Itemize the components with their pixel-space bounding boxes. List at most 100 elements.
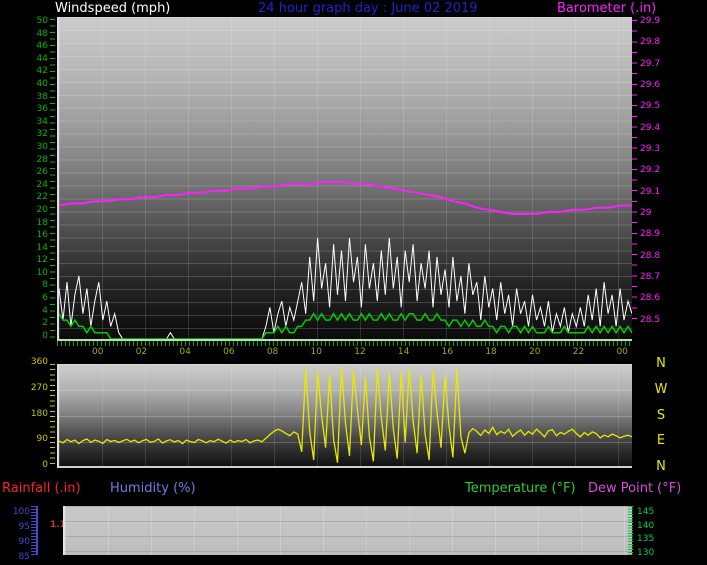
tick-label: 270 [30,382,48,393]
tick-label: 2 [42,318,48,329]
tick-label: N [656,459,666,474]
tick-label: 29.4 [640,122,661,133]
tick-label: 20 [529,347,541,357]
humidity-y-axis-line [36,506,38,555]
humidity-label: Humidity (%) [110,481,196,496]
tick-label: N [656,356,666,371]
time-axis-ticks [57,341,632,346]
tick-label: 90 [36,434,48,445]
tick-label: 10 [310,347,322,357]
humidity-y-axis-labels: 100 95 90 85 [6,505,30,565]
tick-label: 28.9 [640,229,661,240]
tick-label: 100 [12,507,30,517]
tick-label: 180 [30,408,48,419]
trace-windspeed-gust-mph- [59,237,632,339]
tick-label: 29.5 [640,101,661,112]
tick-label: 29.6 [640,80,661,91]
tick-label: 360 [30,357,48,367]
tick-label: E [656,433,666,449]
tick-label: 36 [36,104,48,115]
tick-label: 28.8 [640,250,661,261]
tick-label: 30 [36,141,48,152]
tick-label: 85 [18,552,30,562]
tick-label: 16 [441,347,454,357]
tick-label: 135 [637,534,655,544]
tick-label: 48 [36,28,48,39]
tick-label: 50 [36,16,48,26]
wind-direction-trace [59,367,632,463]
tick-label: 29.3 [640,144,661,155]
tick-label: 00 [92,347,104,357]
tick-label: 95 [18,522,30,532]
humidity-temperature-plot [63,506,632,555]
windspeed-y-axis-ticks [50,19,55,341]
tick-label: 28 [36,154,48,165]
tick-label: 20 [36,204,48,215]
tick-label: 34 [36,116,48,127]
tick-label: S [656,407,666,423]
tick-label: 02 [135,347,148,357]
tick-label: 4 [42,305,48,316]
tick-label: 18 [485,347,497,357]
tick-label: 90 [18,537,30,547]
tick-label: 28.6 [640,293,661,304]
tick-label: 32 [36,129,48,140]
tick-label: 22 [36,192,48,203]
tick-label: 46 [36,41,48,52]
windspeed-barometer-traces [59,181,632,339]
direction-y-axis-labels: 360 270 180 90 0 [18,358,48,470]
barometer-header-label: Barometer (.in) [557,1,657,16]
tick-label: 16 [36,230,48,241]
tick-label: 14 [397,347,410,357]
tick-label: 14 [36,242,48,253]
tick-label: 08 [266,347,279,357]
tick-label: 29.8 [640,37,661,48]
tick-label: 140 [637,520,655,531]
temperature-y-axis-labels: 145 140 135 130 [637,506,663,560]
tick-label: W [654,381,668,397]
barometer-y-axis-labels: 29.9 29.8 29.7 29.6 29.5 29.4 29.3 29.2 29.1 29 28… [640,17,670,325]
dewpoint-label: Dew Point (°F) [588,481,682,496]
tick-label: 0 [42,330,48,341]
barometer-y-axis-ticks [632,20,637,320]
tick-label: 8 [42,280,48,291]
tick-label: 38 [36,91,48,102]
windspeed-barometer-plot [57,17,632,341]
tick-label: 00 [616,347,628,357]
tick-label: 12 [36,255,48,266]
tick-label: 29 [640,208,652,219]
tick-label: 18 [36,217,48,228]
tick-label: 6 [42,293,48,304]
tick-label: 29.2 [640,165,661,176]
trace-wind-direction-degrees- [59,367,632,463]
tick-label: 04 [179,347,191,357]
tick-label: 22 [572,347,585,357]
tick-label: 42 [36,66,48,77]
tick-label: 28.7 [640,272,661,283]
tick-label: 29.7 [640,58,661,69]
weather-graph-page: { "header": { "windspeed_label": "Windsp… [0,0,707,562]
tick-label: 40 [36,78,48,89]
tick-label: 44 [36,53,48,64]
tick-label: 26 [36,167,48,178]
windspeed-header-label: Windspeed (mph) [55,1,171,16]
tick-label: 06 [223,347,235,357]
windspeed-y-axis-labels: 50 48 46 44 42 40 38 36 34 32 30 28 26 24 22 20 18 16 14 12… [14,17,48,341]
tick-label: 130 [637,547,655,558]
tick-label: 0 [42,460,48,470]
direction-y-axis-ticks [50,364,55,468]
tick-label: 145 [637,507,655,517]
trace-barometer-in- [59,181,632,215]
tick-label: 28.5 [640,314,661,325]
tick-label: 29.9 [640,16,661,26]
tick-label: 10 [36,267,48,278]
tick-label: 29.1 [640,186,661,197]
graph-title: 24 hour graph day : June 02 2019 [258,1,478,16]
compass-letters: NWSEN [650,357,672,473]
temperature-label: Temperature (°F) [465,481,576,496]
tick-label: 24 [36,179,48,190]
rainfall-label: Rainfall (.in) [2,481,81,496]
tick-label: 12 [354,347,366,357]
wind-direction-plot [57,364,632,468]
temperature-y-axis-ticks [628,506,633,555]
